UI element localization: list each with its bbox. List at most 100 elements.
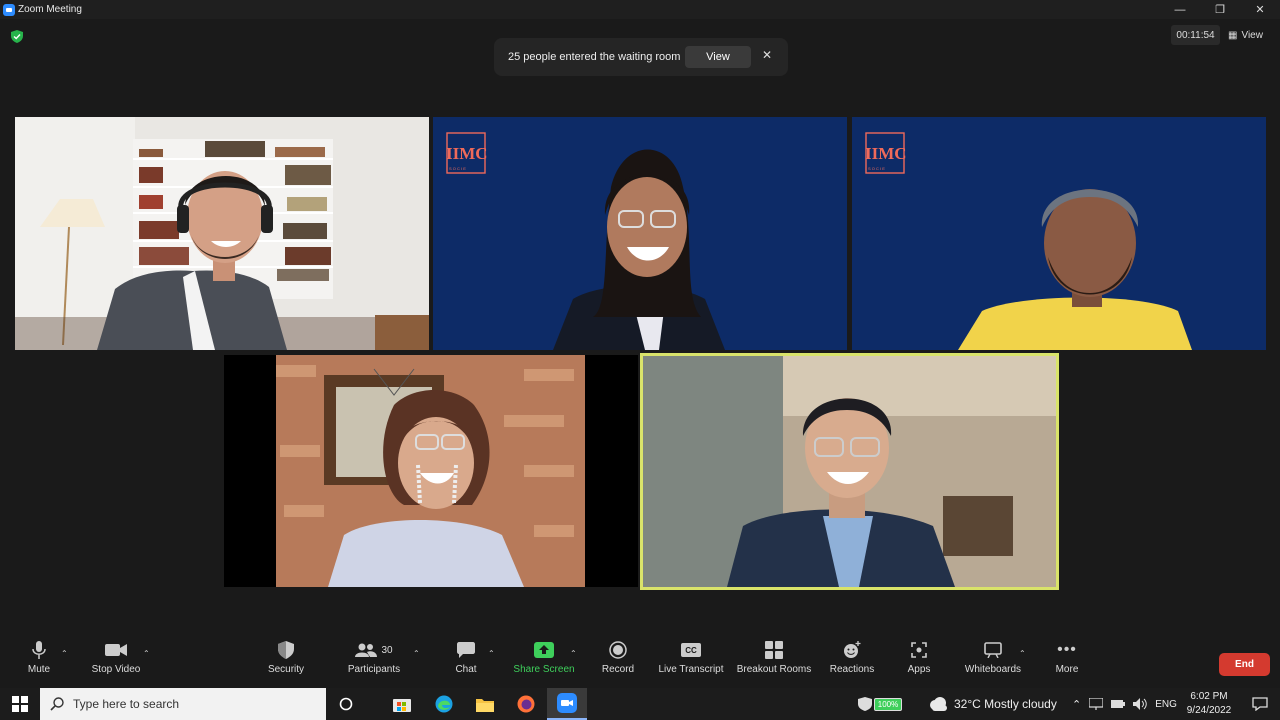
meeting-stage: 00:11:54 ▦ View 25 people entered the wa… <box>0 19 1280 636</box>
breakout-rooms-label: Breakout Rooms <box>736 664 812 675</box>
reactions-label: Reactions <box>829 664 875 675</box>
video-tile-2[interactable]: IIMC S O C I E <box>433 117 847 350</box>
apps-button[interactable]: Apps <box>903 636 935 688</box>
battery-tray-icon[interactable] <box>1111 699 1126 709</box>
more-label: More <box>1055 664 1079 675</box>
taskbar-clock[interactable]: 6:02 PM 9/24/2022 <box>1180 688 1238 720</box>
minimize-button[interactable]: — <box>1160 0 1200 19</box>
security-label: Security <box>267 664 305 675</box>
share-screen-label: Share Screen <box>513 664 575 675</box>
notification-center-button[interactable] <box>1240 688 1280 720</box>
live-transcript-button[interactable]: CC Live Transcript <box>656 636 726 688</box>
taskbar-zoom-app[interactable] <box>547 688 587 720</box>
security-button[interactable]: Security <box>265 636 307 688</box>
video-tile-3[interactable]: IIMC S O C I E <box>852 117 1266 350</box>
mute-options-caret[interactable]: ⌃ <box>61 649 68 658</box>
firefox-icon <box>517 695 535 713</box>
apps-icon <box>911 642 927 658</box>
taskbar-edge-app[interactable] <box>424 688 464 720</box>
chat-button[interactable]: Chat <box>450 636 482 688</box>
taskbar-store-app[interactable] <box>382 688 422 720</box>
defender-shield-icon[interactable] <box>858 697 872 711</box>
breakout-rooms-button[interactable]: Breakout Rooms <box>736 636 812 688</box>
task-view-icon <box>339 697 353 711</box>
close-icon[interactable]: ✕ <box>762 48 772 62</box>
participant-video <box>643 356 1056 587</box>
mute-label: Mute <box>27 664 51 675</box>
cloud-icon <box>930 697 947 711</box>
iimc-logo-text: IIMC <box>446 144 488 163</box>
participants-count: 30 <box>381 644 393 656</box>
participants-icon <box>355 643 378 657</box>
video-options-caret[interactable]: ⌃ <box>143 649 150 658</box>
view-layout-button[interactable]: ▦ View <box>1228 25 1263 45</box>
chat-options-caret[interactable]: ⌃ <box>488 649 495 658</box>
network-icon[interactable] <box>1089 698 1104 710</box>
meeting-toolbar: Mute ⌃ Stop Video ⌃ Security 30 Particip… <box>0 636 1280 688</box>
waiting-room-notification: 25 people entered the waiting room View … <box>494 38 788 76</box>
share-screen-icon <box>534 642 554 658</box>
microsoft-store-icon <box>393 699 411 712</box>
whiteboards-button[interactable]: Whiteboards <box>961 636 1025 688</box>
battery-indicator[interactable]: 100% <box>874 697 902 711</box>
participants-options-caret[interactable]: ⌃ <box>413 649 420 658</box>
participants-button[interactable]: 30 Participants <box>346 636 402 688</box>
microphone-icon <box>32 641 46 659</box>
weather-widget[interactable]: 32°C Mostly cloudy <box>928 688 1057 720</box>
video-tile-1[interactable] <box>15 117 429 350</box>
iimc-logo-subtext: S O C I E <box>868 166 885 171</box>
waiting-room-view-button[interactable]: View <box>685 46 751 68</box>
live-transcript-label: Live Transcript <box>658 664 724 675</box>
mute-button[interactable]: Mute <box>24 636 54 688</box>
security-shield-icon <box>278 641 294 659</box>
battery-percent: 100% <box>877 699 899 709</box>
video-tile-4[interactable] <box>224 355 638 587</box>
clock-time: 6:02 PM <box>1190 691 1228 702</box>
closed-caption-icon: CC <box>681 643 701 657</box>
windows-taskbar: Type here to search 100% 32°C Mostly clo… <box>0 688 1280 720</box>
speaker-volume-icon[interactable] <box>1133 698 1147 710</box>
shield-icon[interactable] <box>11 30 23 43</box>
window-title: Zoom Meeting <box>18 4 82 15</box>
input-language[interactable]: ENG <box>1155 699 1177 710</box>
more-button[interactable]: ••• More <box>1052 636 1082 688</box>
whiteboards-label: Whiteboards <box>964 664 1022 675</box>
participants-label: Participants <box>347 664 401 675</box>
notification-speech-icon <box>1252 697 1268 711</box>
share-screen-button[interactable]: Share Screen <box>512 636 576 688</box>
grid-icon: ▦ <box>1228 29 1238 41</box>
stop-video-button[interactable]: Stop Video <box>88 636 144 688</box>
close-window-button[interactable]: ✕ <box>1240 0 1280 19</box>
folder-icon <box>476 698 494 712</box>
record-button[interactable]: Record <box>598 636 638 688</box>
chat-label: Chat <box>455 664 477 675</box>
iimc-logo-text: IIMC <box>865 144 907 163</box>
view-layout-label: View <box>1241 29 1263 41</box>
windows-logo-icon <box>12 696 28 712</box>
start-button[interactable] <box>0 688 40 720</box>
iimc-logo-subtext: S O C I E <box>449 166 466 171</box>
taskbar-firefox-app[interactable] <box>506 688 546 720</box>
tray-icons: ⌃ ENG <box>1072 688 1177 720</box>
share-options-caret[interactable]: ⌃ <box>570 649 577 658</box>
end-meeting-button[interactable]: End <box>1219 653 1270 676</box>
chevron-up-icon[interactable]: ⌃ <box>1072 698 1081 711</box>
video-tile-active-speaker[interactable] <box>640 353 1059 590</box>
task-view-button[interactable] <box>326 688 366 720</box>
reactions-button[interactable]: Reactions <box>829 636 875 688</box>
participant-video <box>15 117 429 350</box>
whiteboards-options-caret[interactable]: ⌃ <box>1019 649 1026 658</box>
search-placeholder: Type here to search <box>73 697 180 711</box>
clock-date: 9/24/2022 <box>1186 705 1232 716</box>
stop-video-label: Stop Video <box>91 664 141 675</box>
video-camera-icon <box>105 644 127 656</box>
record-label: Record <box>601 664 635 675</box>
system-tray: 100% <box>858 688 902 720</box>
restore-button[interactable]: ❐ <box>1200 0 1240 19</box>
zoom-app-icon <box>3 3 15 16</box>
weather-text: 32°C Mostly cloudy <box>954 697 1057 711</box>
closed-caption-glyph: CC <box>685 645 697 655</box>
breakout-rooms-icon <box>765 641 783 659</box>
taskbar-search-input[interactable]: Type here to search <box>40 688 326 720</box>
taskbar-file-explorer-app[interactable] <box>465 688 505 720</box>
